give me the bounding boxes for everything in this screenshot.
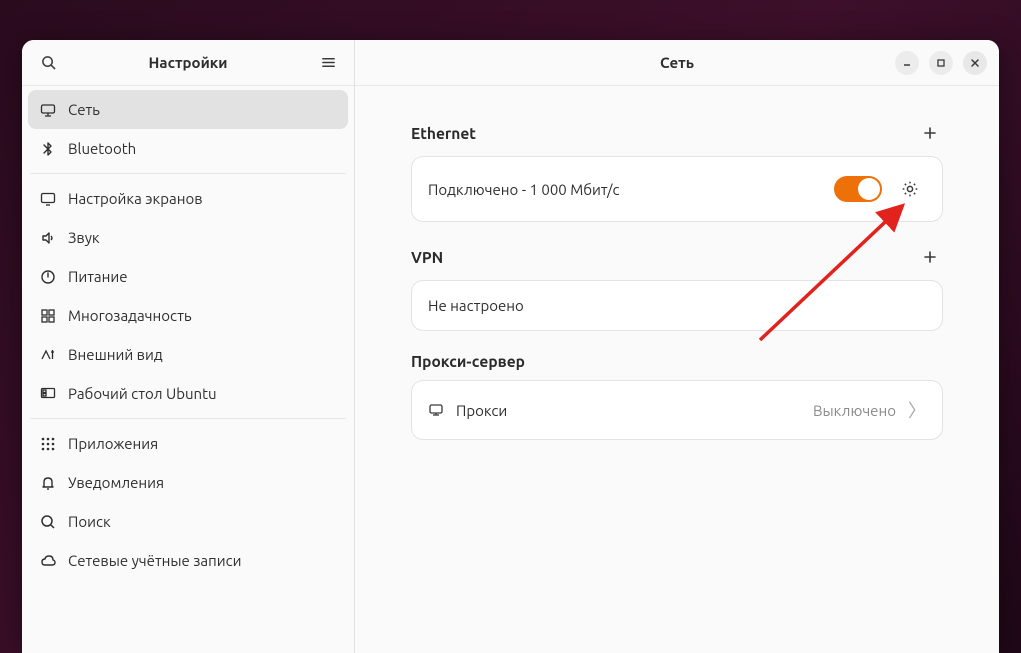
content: Ethernet Подключено - 1 000 Мбит/с bbox=[355, 86, 999, 653]
search-button[interactable] bbox=[34, 49, 62, 77]
apps-icon bbox=[40, 436, 56, 452]
ethernet-status: Подключено - 1 000 Мбит/с bbox=[428, 181, 822, 198]
sidebar-item-online-accounts[interactable]: Сетевые учётные записи bbox=[28, 541, 348, 580]
close-icon bbox=[970, 58, 980, 68]
vpn-status: Не настроено bbox=[428, 297, 926, 314]
proxy-row[interactable]: Прокси Выключено 〉 bbox=[412, 381, 942, 439]
ethernet-row: Подключено - 1 000 Мбит/с bbox=[412, 157, 942, 221]
menu-icon bbox=[321, 55, 336, 70]
sidebar-list: Сеть Bluetooth Настройка экранов bbox=[22, 86, 354, 653]
menu-button[interactable] bbox=[314, 49, 342, 77]
page-title: Сеть bbox=[467, 54, 887, 71]
sidebar-item-search[interactable]: Поиск bbox=[28, 502, 348, 541]
section-title: VPN bbox=[411, 249, 443, 266]
sidebar-item-bluetooth[interactable]: Bluetooth bbox=[28, 129, 348, 168]
sidebar-item-label: Сеть bbox=[68, 101, 100, 118]
sidebar-item-displays[interactable]: Настройка экранов bbox=[28, 179, 348, 218]
search-icon bbox=[41, 55, 56, 70]
sidebar-item-label: Уведомления bbox=[68, 474, 164, 491]
sidebar-header: Настройки bbox=[22, 40, 354, 86]
sidebar-separator bbox=[30, 418, 346, 419]
sidebar-item-sound[interactable]: Звук bbox=[28, 218, 348, 257]
main-panel: Сеть bbox=[355, 40, 999, 653]
settings-window: Настройки Сеть bbox=[22, 40, 999, 653]
ethernet-toggle[interactable] bbox=[834, 176, 882, 202]
section-title: Прокси-сервер bbox=[411, 353, 525, 370]
minimize-button[interactable] bbox=[895, 51, 919, 75]
sidebar-item-label: Питание bbox=[68, 268, 128, 285]
sidebar-item-label: Звук bbox=[68, 229, 100, 246]
section-header-vpn: VPN bbox=[411, 244, 943, 270]
main-header: Сеть bbox=[355, 40, 999, 86]
gear-icon bbox=[901, 180, 919, 198]
multitasking-icon bbox=[40, 308, 56, 324]
proxy-card: Прокси Выключено 〉 bbox=[411, 380, 943, 440]
sidebar-item-network[interactable]: Сеть bbox=[28, 90, 348, 129]
proxy-icon bbox=[428, 402, 444, 418]
cloud-icon bbox=[40, 553, 56, 569]
section-title: Ethernet bbox=[411, 125, 476, 142]
sidebar-item-label: Внешний вид bbox=[68, 346, 163, 363]
sidebar-item-label: Рабочий стол Ubuntu bbox=[68, 385, 217, 402]
sidebar-item-label: Bluetooth bbox=[68, 140, 136, 157]
ethernet-card: Подключено - 1 000 Мбит/с bbox=[411, 156, 943, 222]
sidebar-item-label: Приложения bbox=[68, 435, 158, 452]
sound-icon bbox=[40, 230, 56, 246]
sidebar: Настройки Сеть bbox=[22, 40, 355, 653]
vpn-row: Не настроено bbox=[412, 281, 942, 330]
sidebar-item-appearance[interactable]: Внешний вид bbox=[28, 335, 348, 374]
proxy-label: Прокси bbox=[456, 402, 801, 419]
ethernet-settings-button[interactable] bbox=[894, 173, 926, 205]
network-icon bbox=[40, 102, 56, 118]
add-vpn-button[interactable] bbox=[917, 244, 943, 270]
ubuntu-desktop-icon bbox=[40, 386, 56, 402]
power-icon bbox=[40, 269, 56, 285]
sidebar-item-label: Настройка экранов bbox=[68, 190, 203, 207]
toggle-knob bbox=[858, 178, 880, 200]
add-ethernet-button[interactable] bbox=[917, 120, 943, 146]
sidebar-item-notifications[interactable]: Уведомления bbox=[28, 463, 348, 502]
bluetooth-icon bbox=[40, 141, 56, 157]
close-button[interactable] bbox=[963, 51, 987, 75]
sidebar-item-label: Поиск bbox=[68, 513, 111, 530]
window-controls bbox=[887, 51, 987, 75]
sidebar-item-label: Сетевые учётные записи bbox=[68, 552, 241, 569]
sidebar-item-multitasking[interactable]: Многозадачность bbox=[28, 296, 348, 335]
display-icon bbox=[40, 191, 56, 207]
sidebar-item-apps[interactable]: Приложения bbox=[28, 424, 348, 463]
vpn-card: Не настроено bbox=[411, 280, 943, 331]
proxy-value: Выключено bbox=[813, 402, 896, 419]
plus-icon bbox=[923, 250, 937, 264]
maximize-icon bbox=[936, 58, 946, 68]
sidebar-item-label: Многозадачность bbox=[68, 307, 192, 324]
maximize-button[interactable] bbox=[929, 51, 953, 75]
bell-icon bbox=[40, 475, 56, 491]
section-header-ethernet: Ethernet bbox=[411, 120, 943, 146]
sidebar-title: Настройки bbox=[62, 54, 314, 71]
sidebar-item-ubuntu-desktop[interactable]: Рабочий стол Ubuntu bbox=[28, 374, 348, 413]
appearance-icon bbox=[40, 347, 56, 363]
sidebar-separator bbox=[30, 173, 346, 174]
section-header-proxy: Прокси-сервер bbox=[411, 353, 943, 370]
plus-icon bbox=[923, 126, 937, 140]
chevron-right-icon: 〉 bbox=[908, 397, 926, 423]
minimize-icon bbox=[902, 58, 912, 68]
sidebar-item-power[interactable]: Питание bbox=[28, 257, 348, 296]
magnify-icon bbox=[40, 514, 56, 530]
